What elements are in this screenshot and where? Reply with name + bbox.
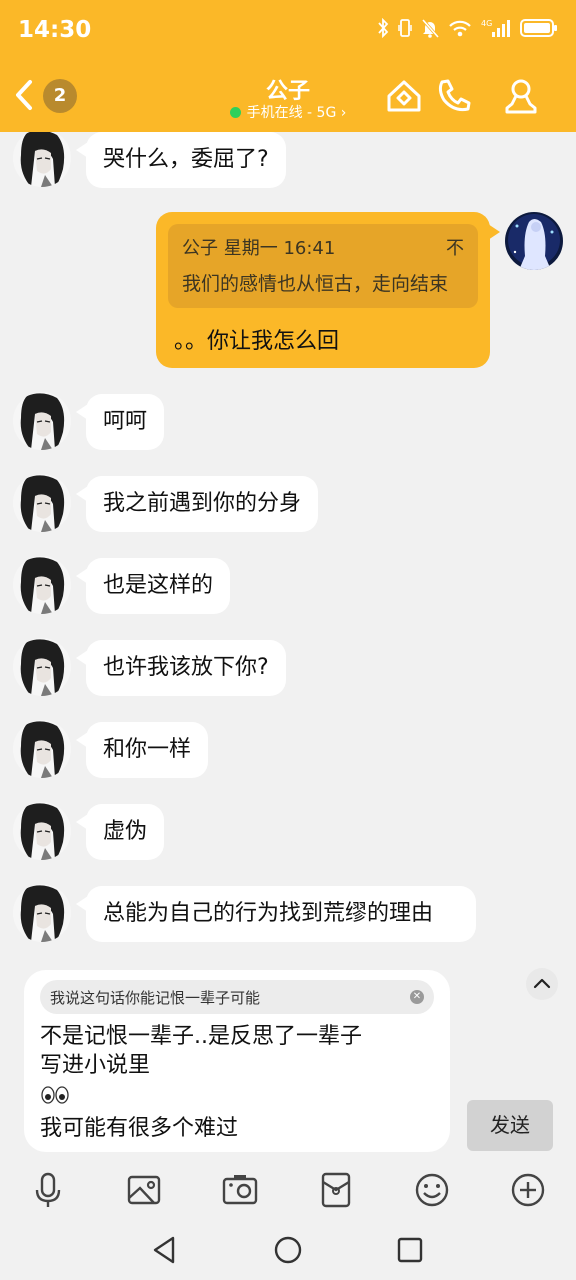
- contact-avatar[interactable]: [13, 132, 71, 187]
- message-bubble-incoming[interactable]: 虚伪: [75, 804, 165, 860]
- contact-avatar[interactable]: [13, 392, 71, 450]
- online-dot: [229, 107, 241, 118]
- draft-line: 我可能有很多个难过: [40, 1116, 239, 1141]
- message-bubble-incoming[interactable]: 总能为自己的行为找到荒缪的理由: [76, 886, 476, 942]
- draft-line: 写进小说里: [40, 1053, 151, 1078]
- my-avatar[interactable]: [505, 212, 563, 270]
- camera-icon[interactable]: [220, 1170, 260, 1210]
- quote-text: 我们的感情也从恒古，走向结束: [182, 273, 449, 295]
- composer-area: 我说这句话你能记恨一辈子可能 ✕ 不是记恨一辈子..是反思了一辈子 写进小说里 …: [0, 958, 576, 1162]
- network-label: 4G: [481, 19, 492, 28]
- vibrate-icon: [398, 19, 412, 37]
- online-status[interactable]: 手机在线 - 5G ›: [188, 102, 388, 122]
- chat-navbar: 2 公子 手机在线 - 5G ›: [0, 64, 576, 132]
- message-bubble-incoming[interactable]: 也是这样的: [75, 558, 231, 614]
- status-bar: 14:30 4G: [0, 0, 576, 64]
- home-icon[interactable]: [384, 76, 424, 116]
- quote-collapse-toggle[interactable]: 不: [446, 234, 464, 260]
- image-icon[interactable]: [124, 1170, 164, 1210]
- emoji-icon[interactable]: [412, 1170, 452, 1210]
- close-icon[interactable]: ✕: [410, 990, 424, 1004]
- message-bubble-outgoing[interactable]: 公子 星期一 16:41 不 我们的感情也从恒古，走向结束 。。你让我怎么回: [156, 212, 500, 368]
- quoted-message[interactable]: 公子 星期一 16:41 不 我们的感情也从恒古，走向结束: [168, 224, 478, 308]
- chat-toolbar: [0, 1162, 576, 1218]
- nav-back-icon[interactable]: [147, 1232, 183, 1268]
- chat-message-list[interactable]: 哭什么，委屈了? 公子 星期一 16:41 不 我们的感情也从恒古，走向结束 。…: [0, 132, 576, 958]
- contact-avatar[interactable]: [13, 474, 71, 532]
- message-text: 。。你让我怎么回: [174, 329, 340, 354]
- nav-home-icon[interactable]: [270, 1232, 306, 1268]
- message-bubble-incoming[interactable]: 也许我该放下你?: [76, 640, 286, 696]
- message-bubble-incoming[interactable]: 呵呵: [75, 394, 165, 450]
- wifi-icon: [449, 20, 471, 37]
- nav-recents-icon[interactable]: [392, 1232, 428, 1268]
- collapse-input-button[interactable]: [526, 968, 558, 1000]
- contact-avatar[interactable]: [13, 556, 71, 614]
- reply-quote-chip[interactable]: 我说这句话你能记恨一辈子可能 ✕: [40, 980, 434, 1014]
- contact-name[interactable]: 公子: [188, 73, 388, 105]
- unread-count-badge[interactable]: 2: [43, 79, 77, 113]
- phone-icon[interactable]: [434, 76, 474, 116]
- message-bubble-incoming[interactable]: 和你一样: [75, 722, 209, 778]
- eyes-emoji: [40, 1080, 362, 1114]
- send-button[interactable]: 发送: [467, 1100, 553, 1151]
- status-time: 14:30: [18, 17, 92, 43]
- draft-text[interactable]: 不是记恨一辈子..是反思了一辈子 写进小说里 我可能有很多个难过: [40, 1022, 362, 1143]
- signal-icon: 4G: [481, 19, 510, 37]
- contact-avatar[interactable]: [13, 720, 71, 778]
- message-input[interactable]: 我说这句话你能记恨一辈子可能 ✕ 不是记恨一辈子..是反思了一辈子 写进小说里 …: [24, 970, 450, 1152]
- battery-icon: [520, 19, 557, 37]
- microphone-icon[interactable]: [28, 1170, 68, 1210]
- contact-avatar[interactable]: [13, 884, 71, 942]
- message-bubble-incoming[interactable]: 我之前遇到你的分身: [75, 476, 319, 532]
- profile-icon[interactable]: [501, 76, 541, 116]
- quote-author-time: 公子 星期一 16:41: [182, 238, 336, 259]
- back-icon[interactable]: [10, 76, 38, 114]
- system-navigation-bar: [0, 1218, 576, 1280]
- plus-icon[interactable]: [508, 1170, 548, 1210]
- reply-quote-text: 我说这句话你能记恨一辈子可能: [50, 989, 261, 1007]
- chevron-up-icon: [533, 978, 551, 989]
- draft-line: 不是记恨一辈子..是反思了一辈子: [40, 1024, 362, 1049]
- mute-icon: [421, 19, 439, 38]
- message-bubble-incoming[interactable]: 哭什么，委屈了?: [76, 132, 286, 188]
- online-status-text: 手机在线 - 5G ›: [246, 105, 347, 121]
- bluetooth-icon: [378, 18, 389, 38]
- header-bar: 14:30 4G 2 公子 手机在线 - 5G ›: [0, 0, 576, 132]
- contact-avatar[interactable]: [13, 638, 71, 696]
- contact-avatar[interactable]: [13, 802, 71, 860]
- status-icons: 4G: [377, 18, 558, 38]
- red-packet-icon[interactable]: [316, 1170, 356, 1210]
